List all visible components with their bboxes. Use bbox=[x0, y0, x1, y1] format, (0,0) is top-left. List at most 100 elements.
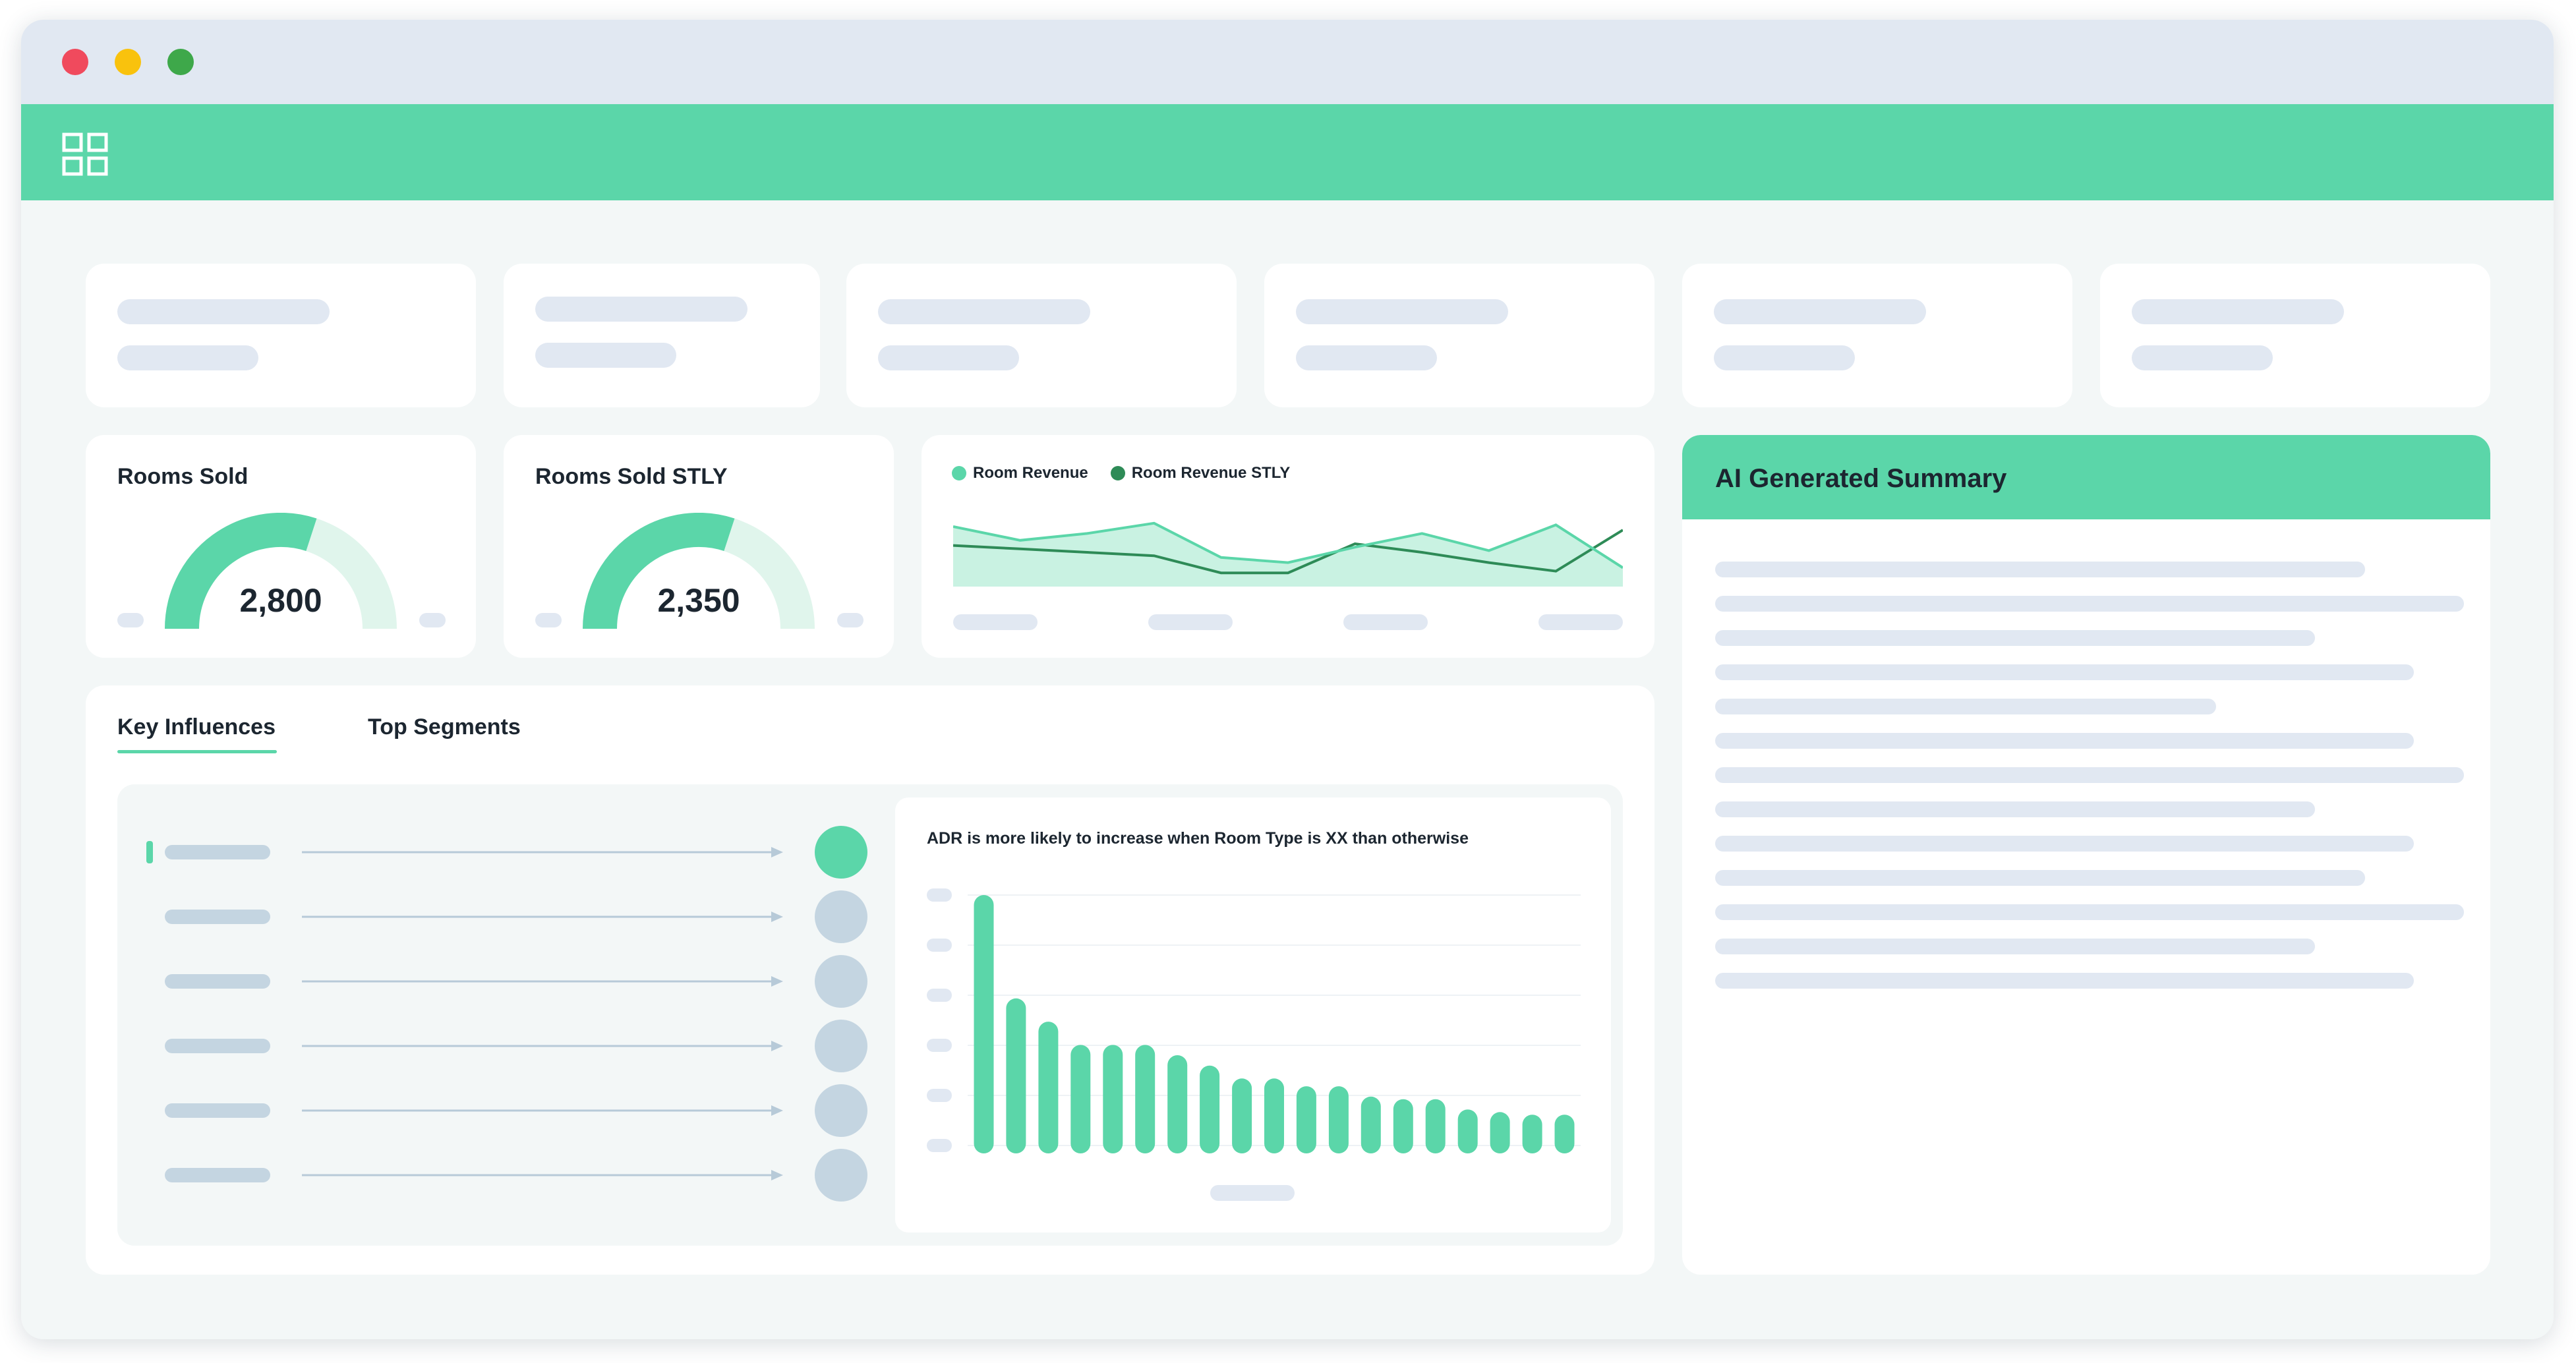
placeholder-card bbox=[1682, 264, 2072, 407]
placeholder-line bbox=[1714, 299, 1926, 324]
influence-score bbox=[815, 1084, 867, 1137]
app-header bbox=[21, 104, 2554, 200]
bar bbox=[1070, 1045, 1091, 1153]
summary-line bbox=[1715, 870, 2365, 886]
rooms-sold-card: Rooms Sold 2,800 bbox=[86, 435, 476, 658]
rooms-sold-stly-card: Rooms Sold STLY 2,350 bbox=[504, 435, 894, 658]
summary-line bbox=[1715, 630, 2315, 646]
summary-line bbox=[1715, 973, 2414, 989]
placeholder-card bbox=[86, 264, 476, 407]
placeholder-card bbox=[1264, 264, 1654, 407]
influence-chart-card: ADR is more likely to increase when Room… bbox=[895, 798, 1611, 1232]
x-axis-label bbox=[1538, 614, 1623, 630]
placeholder-line bbox=[117, 345, 258, 370]
bar bbox=[1167, 1055, 1188, 1153]
placeholder-line bbox=[117, 299, 330, 324]
x-axis-label bbox=[953, 614, 1038, 630]
influence-label bbox=[165, 845, 270, 859]
key-influences-card: Key Influences Top Segments ADR is more … bbox=[86, 685, 1654, 1275]
bar bbox=[1457, 1109, 1478, 1153]
gauge-max-label bbox=[837, 613, 864, 627]
bar bbox=[1200, 1065, 1220, 1153]
tab-top-segments[interactable]: Top Segments bbox=[368, 714, 521, 740]
tab-key-influences[interactable]: Key Influences bbox=[117, 714, 276, 740]
arrow-head-icon bbox=[771, 1105, 783, 1116]
x-axis-label bbox=[1343, 614, 1428, 630]
app-window: Rooms Sold 2,800 Rooms Sold STLY 2,350 R… bbox=[21, 20, 2554, 1339]
x-axis-label bbox=[1210, 1185, 1295, 1201]
influence-score bbox=[815, 890, 867, 943]
x-axis-label bbox=[1148, 614, 1233, 630]
active-tab-underline bbox=[117, 750, 277, 753]
summary-line bbox=[1715, 904, 2464, 920]
room-revenue-area bbox=[953, 523, 1623, 587]
bar bbox=[1296, 1086, 1316, 1153]
bar bbox=[1490, 1112, 1510, 1153]
rooms-sold-stly-title: Rooms Sold STLY bbox=[535, 464, 728, 489]
rooms-sold-title: Rooms Sold bbox=[117, 464, 249, 489]
y-axis-label bbox=[927, 1139, 952, 1152]
rooms-sold-stly-value: 2,350 bbox=[657, 582, 740, 619]
influence-score bbox=[815, 826, 867, 879]
maximize-window-button[interactable] bbox=[167, 49, 194, 75]
legend-room-revenue-stly[interactable]: Room Revenue STLY bbox=[1110, 464, 1291, 482]
influence-score bbox=[815, 955, 867, 1008]
influence-label bbox=[165, 1039, 270, 1053]
room-revenue-card: Room Revenue Room Revenue STLY bbox=[922, 435, 1654, 658]
bar bbox=[1554, 1115, 1575, 1153]
summary-line bbox=[1715, 596, 2464, 612]
y-axis-label bbox=[927, 1039, 952, 1052]
summary-line bbox=[1715, 733, 2414, 749]
ai-summary-header: AI Generated Summary bbox=[1682, 435, 2490, 519]
bar bbox=[1328, 1086, 1349, 1153]
rooms-sold-value: 2,800 bbox=[239, 582, 322, 619]
arrow-head-icon bbox=[771, 847, 783, 857]
placeholder-line bbox=[2132, 299, 2344, 324]
bar bbox=[1006, 998, 1026, 1153]
summary-line bbox=[1715, 767, 2464, 783]
placeholder-card bbox=[846, 264, 1237, 407]
placeholder-line bbox=[878, 345, 1019, 370]
influence-label bbox=[165, 910, 270, 924]
legend-label: Room Revenue bbox=[973, 464, 1088, 482]
placeholder-line bbox=[535, 297, 747, 322]
title-bar bbox=[21, 20, 2554, 104]
close-window-button[interactable] bbox=[62, 49, 88, 75]
apps-grid-icon[interactable] bbox=[62, 132, 108, 176]
influence-list bbox=[165, 826, 867, 1202]
summary-line bbox=[1715, 801, 2315, 817]
placeholder-card bbox=[2100, 264, 2490, 407]
influences-panel: ADR is more likely to increase when Room… bbox=[117, 784, 1623, 1246]
chart-legend: Room Revenue Room Revenue STLY bbox=[952, 464, 1290, 482]
summary-line bbox=[1715, 939, 2315, 954]
y-axis-label bbox=[927, 888, 952, 902]
bar bbox=[1038, 1022, 1059, 1153]
bar bbox=[1522, 1115, 1542, 1153]
summary-line bbox=[1715, 836, 2414, 852]
gauge-max-label bbox=[419, 613, 446, 627]
influence-bar-chart bbox=[927, 888, 1581, 1153]
y-axis-label bbox=[927, 939, 952, 952]
summary-line bbox=[1715, 562, 2365, 577]
legend-room-revenue[interactable]: Room Revenue bbox=[952, 464, 1088, 482]
legend-label: Room Revenue STLY bbox=[1131, 464, 1291, 482]
arrow-head-icon bbox=[771, 976, 783, 987]
placeholder-line bbox=[535, 343, 676, 368]
influence-score bbox=[815, 1020, 867, 1072]
gauge-min-label bbox=[117, 613, 144, 627]
gauge-min-label bbox=[535, 613, 562, 627]
bar bbox=[1425, 1099, 1446, 1153]
summary-line bbox=[1715, 699, 2216, 714]
placeholder-line bbox=[878, 299, 1090, 324]
bar bbox=[1361, 1096, 1381, 1153]
placeholder-line bbox=[2132, 345, 2273, 370]
bar bbox=[1232, 1078, 1252, 1153]
minimize-window-button[interactable] bbox=[115, 49, 141, 75]
room-revenue-chart bbox=[953, 521, 1623, 587]
arrow-head-icon bbox=[771, 1041, 783, 1051]
bar bbox=[1393, 1099, 1413, 1153]
influence-label bbox=[165, 1168, 270, 1182]
ai-summary-title: AI Generated Summary bbox=[1715, 464, 2007, 493]
bar bbox=[974, 895, 994, 1153]
arrow-head-icon bbox=[771, 1170, 783, 1180]
